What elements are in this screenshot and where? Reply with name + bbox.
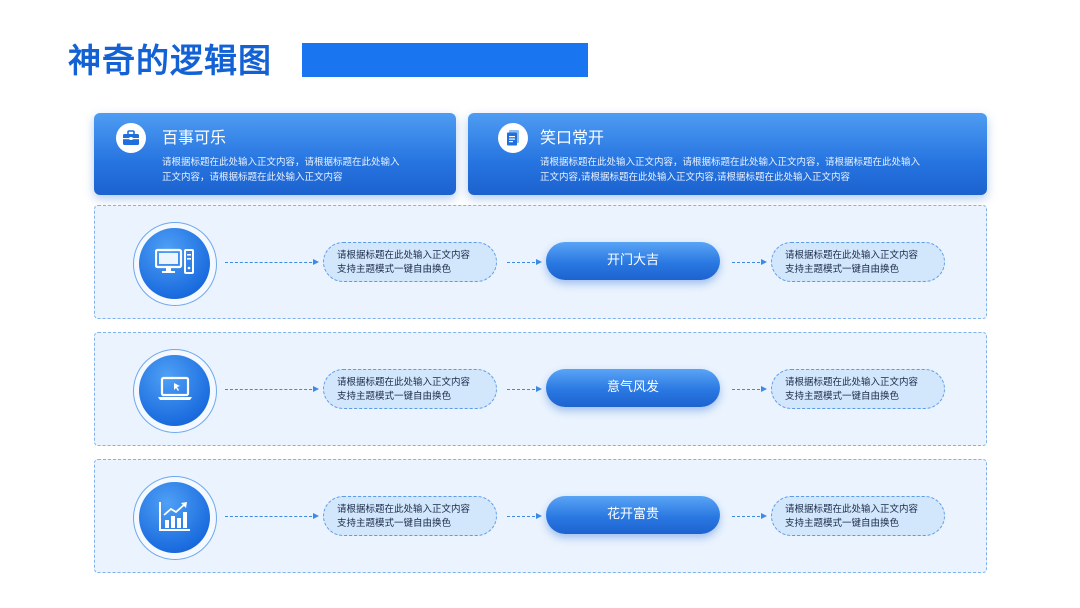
flow-arrow (732, 513, 767, 519)
text-line: 请根据标题在此处输入正文内容 (785, 504, 919, 515)
row-left-text: 请根据标题在此处输入正文内容 支持主题模式一键自由换色 (323, 496, 497, 536)
flow-row-3: 请根据标题在此处输入正文内容 支持主题模式一键自由换色 花开富贵 请根据标题在此… (94, 459, 987, 573)
row-right-text: 请根据标题在此处输入正文内容 支持主题模式一键自由换色 (771, 496, 945, 536)
text-line: 支持主题模式一键自由换色 (785, 264, 900, 275)
header-card-title: 百事可乐 (162, 128, 227, 147)
header-card-body-line: 正文内容,请根据标题在此处输入正文内容,请根据标题在此处输入正文内容 (540, 172, 851, 183)
flow-arrow (507, 513, 542, 519)
header-card-2: 笑口常开 请根据标题在此处输入正文内容，请根据标题在此处输入正文内容，请根据标题… (468, 113, 987, 195)
text-line: 支持主题模式一键自由换色 (785, 391, 900, 402)
bar-chart-growth-icon (158, 500, 192, 536)
flow-arrow (732, 386, 767, 392)
header-card-body: 请根据标题在此处输入正文内容，请根据标题在此处输入 正文内容，请根据标题在此处输… (162, 155, 400, 185)
row-center-label: 开门大吉 (546, 242, 720, 280)
flow-arrow (225, 513, 319, 519)
desktop-computer-icon (154, 247, 195, 281)
text-line: 请根据标题在此处输入正文内容 (785, 250, 919, 261)
row-left-text: 请根据标题在此处输入正文内容 支持主题模式一键自由换色 (323, 242, 497, 282)
laptop-icon (157, 376, 193, 406)
row-right-text: 请根据标题在此处输入正文内容 支持主题模式一键自由换色 (771, 369, 945, 409)
text-line: 请根据标题在此处输入正文内容 (337, 504, 471, 515)
row-center-label: 意气风发 (546, 369, 720, 407)
briefcase-icon (116, 123, 146, 153)
text-line: 支持主题模式一键自由换色 (337, 518, 452, 529)
row-left-text: 请根据标题在此处输入正文内容 支持主题模式一键自由换色 (323, 369, 497, 409)
header-card-body: 请根据标题在此处输入正文内容，请根据标题在此处输入正文内容，请根据标题在此处输入… (540, 155, 920, 185)
flow-arrow (225, 259, 319, 265)
text-line: 请根据标题在此处输入正文内容 (337, 377, 471, 388)
flow-row-2: 请根据标题在此处输入正文内容 支持主题模式一键自由换色 意气风发 请根据标题在此… (94, 332, 987, 446)
text-line: 支持主题模式一键自由换色 (337, 264, 452, 275)
text-line: 支持主题模式一键自由换色 (785, 518, 900, 529)
flow-arrow (507, 259, 542, 265)
row-center-label: 花开富贵 (546, 496, 720, 534)
text-line: 请根据标题在此处输入正文内容 (337, 250, 471, 261)
flow-arrow (225, 386, 319, 392)
row-icon-circle (133, 476, 217, 560)
header-card-body-line: 正文内容，请根据标题在此处输入正文内容 (162, 172, 343, 183)
text-line: 支持主题模式一键自由换色 (337, 391, 452, 402)
title-accent-bar (302, 43, 588, 77)
row-icon-circle (133, 222, 217, 306)
header-card-body-line: 请根据标题在此处输入正文内容，请根据标题在此处输入 (162, 157, 400, 168)
row-right-text: 请根据标题在此处输入正文内容 支持主题模式一键自由换色 (771, 242, 945, 282)
header-card-title: 笑口常开 (540, 128, 605, 147)
page-title: 神奇的逻辑图 (68, 41, 272, 80)
header-card-body-line: 请根据标题在此处输入正文内容，请根据标题在此处输入正文内容，请根据标题在此处输入 (540, 157, 921, 168)
flow-row-1: 请根据标题在此处输入正文内容 支持主题模式一键自由换色 开门大吉 请根据标题在此… (94, 205, 987, 319)
header-card-1: 百事可乐 请根据标题在此处输入正文内容，请根据标题在此处输入 正文内容，请根据标… (94, 113, 456, 195)
flow-arrow (507, 386, 542, 392)
text-line: 请根据标题在此处输入正文内容 (785, 377, 919, 388)
document-icon (498, 123, 528, 153)
flow-arrow (732, 259, 767, 265)
row-icon-circle (133, 349, 217, 433)
